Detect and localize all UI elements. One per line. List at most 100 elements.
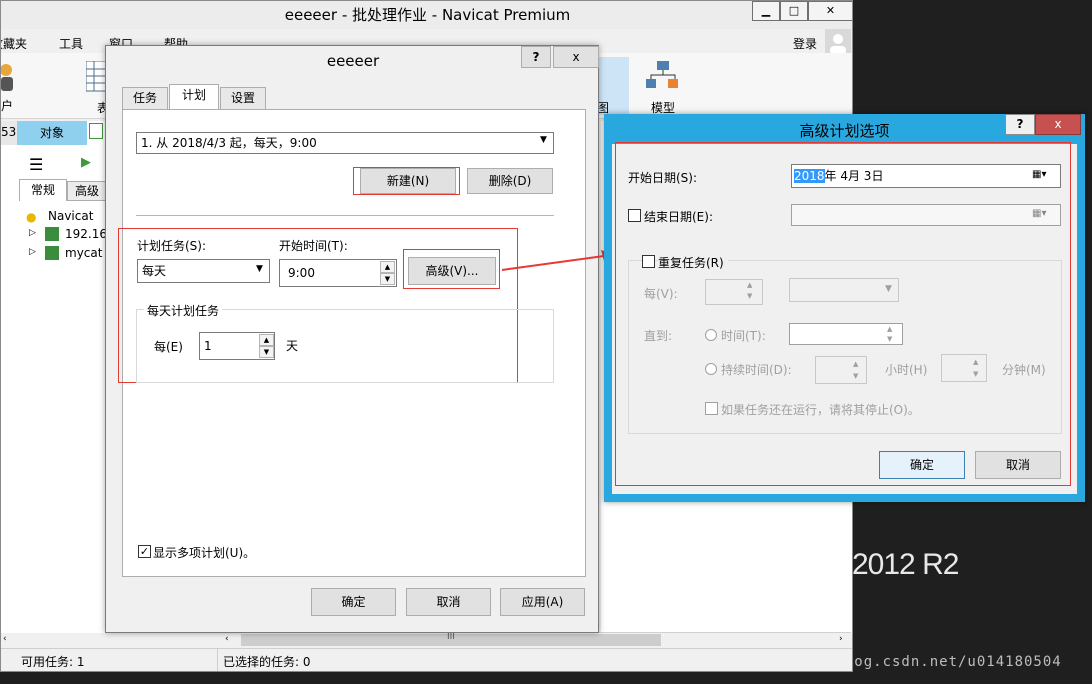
status-available-tasks: 可用任务: 1 [21,655,85,669]
main-title: eeeeer - 批处理作业 - Navicat Premium [1,1,852,29]
menu-favorites[interactable]: 收藏夹 [1,35,27,52]
advanced-dialog: 高级计划选项 ? x 开始日期(S): 2018年 4月 3日 ▦▾ 结束日期(… [604,114,1085,502]
stepper-up-icon[interactable]: ▲ [380,261,395,273]
apply-button[interactable]: 应用(A) [500,588,585,616]
new-schedule-button[interactable]: 新建(N) [360,168,456,194]
side-number: 53 [1,121,17,145]
expand-arrow-icon[interactable]: ▷ [29,247,36,257]
tab-object[interactable]: 对象 [17,121,87,145]
show-multiple-checkbox[interactable]: ✓ [138,545,151,558]
dialog-close-button[interactable]: x [1035,114,1081,135]
chevron-down-icon[interactable]: ▼ [540,135,547,145]
minimize-button[interactable]: ▁ [752,1,780,21]
show-multiple-label: 显示多项计划(U)。 [153,546,256,560]
start-time-label: 开始时间(T): [279,239,348,253]
expand-arrow-icon[interactable]: ▷ [29,228,36,238]
duration-label: 持续时间(D): [721,363,792,377]
every-label: 每(E) [154,340,183,354]
duration-minutes-input[interactable] [941,354,987,382]
stepper-down-icon[interactable]: ▼ [380,273,395,285]
object-list-icon[interactable] [89,123,103,139]
schedule-task-label: 计划任务(S): [137,239,207,253]
scroll-left-icon[interactable]: ‹ [225,634,229,644]
maximize-button[interactable]: □ [780,1,808,21]
ok-button[interactable]: 确定 [879,451,965,479]
schedule-list-select[interactable]: 1. 从 2018/4/3 起，每天，9:00 [136,132,554,154]
repeat-every-label: 每(V): [644,287,678,301]
start-date-picker[interactable]: 2018年 4月 3日 [791,164,1061,188]
run-icon[interactable]: ▶ [81,155,91,170]
model-icon[interactable] [646,61,680,98]
calendar-icon[interactable]: ▦▾ [1032,208,1046,219]
divider [136,215,554,216]
scroll-left-icon[interactable]: ‹ [3,634,7,644]
user-icon[interactable] [1,61,17,96]
end-date-checkbox[interactable] [628,209,641,222]
end-date-picker[interactable] [791,204,1061,226]
duration-radio[interactable] [705,363,717,375]
help-button[interactable]: ? [1005,114,1035,135]
start-date-rest: 年 4月 3日 [824,169,884,183]
ok-button[interactable]: 确定 [311,588,396,616]
start-date-year: 2018 [794,169,825,183]
stop-if-running-checkbox[interactable] [705,402,718,415]
cancel-button[interactable]: 取消 [406,588,491,616]
status-divider [217,649,218,671]
dialog-close-button[interactable]: x [553,46,599,68]
scroll-grip: III [447,632,455,642]
menu-tools[interactable]: 工具 [59,35,83,52]
chevron-down-icon[interactable]: ▼ [885,284,892,294]
advanced-button[interactable]: 高级(V)... [408,257,496,285]
schedule-task-select[interactable]: 每天 [137,259,270,283]
until-label: 直到: [644,329,673,343]
repeat-task-label: 重复任务(R) [658,254,728,271]
status-selected-tasks: 已选择的任务: 0 [223,655,311,669]
tab-settings[interactable]: 设置 [220,87,266,109]
repeat-unit-select[interactable] [789,278,899,302]
calendar-icon[interactable]: ▦▾ [1032,169,1046,180]
stepper-icon[interactable]: ▲ ▼ [747,280,752,302]
tab-general-left[interactable]: 常规 [19,179,67,201]
tab-schedule[interactable]: 计划 [169,84,219,110]
repeat-every-input[interactable] [705,279,763,305]
tree-item-navicat[interactable]: Navicat [48,209,93,223]
repeat-task-checkbox[interactable] [642,255,655,268]
avatar-icon[interactable] [825,29,851,55]
stepper-icon[interactable]: ▲ ▼ [853,358,858,382]
stop-if-running-label: 如果任务还在运行，请将其停止(O)。 [721,403,920,417]
until-time-radio[interactable] [705,329,717,341]
start-time-stepper[interactable]: ▲ ▼ [380,261,395,285]
status-bar [1,648,852,671]
help-button[interactable]: ? [521,46,551,68]
every-unit-label: 天 [286,339,299,353]
os-version-text: 2012 R2 [852,548,959,581]
minutes-label: 分钟(M) [1002,363,1046,377]
tab-advanced-left[interactable]: 高级 [67,181,107,201]
delete-schedule-button[interactable]: 删除(D) [467,168,553,194]
schedule-dialog: eeeeer ? x 任务 计划 设置 1. 从 2018/4/3 起，每天，9… [105,45,599,633]
start-date-label: 开始日期(S): [628,171,698,185]
close-button[interactable]: ✕ [808,1,852,21]
connection-icon [45,227,59,241]
tab-strip: 任务 计划 设置 [122,84,592,110]
stepper-up-icon[interactable]: ▲ [259,334,274,346]
scroll-right-icon[interactable]: › [839,634,843,644]
duration-hours-input[interactable] [815,356,867,384]
end-date-label: 结束日期(E): [644,210,713,224]
every-stepper[interactable]: ▲ ▼ [259,334,274,358]
stepper-icon[interactable]: ▲ ▼ [887,324,892,344]
login-link[interactable]: 登录 [793,35,817,52]
cancel-button[interactable]: 取消 [975,451,1061,479]
until-time-input[interactable] [789,323,903,345]
daily-group-title: 每天计划任务 [144,302,223,319]
connection-icon [45,246,59,260]
tab-task[interactable]: 任务 [122,87,168,109]
stepper-icon[interactable]: ▲ ▼ [973,356,978,380]
hamburger-icon[interactable]: ☰ [29,155,43,174]
ribbon-user-label: 户 [1,99,14,113]
stepper-down-icon[interactable]: ▼ [259,346,274,358]
tree-item-mycat[interactable]: mycat [65,246,102,260]
navicat-folder-icon: ● [26,210,37,224]
hours-label: 小时(H) [885,363,928,377]
chevron-down-icon[interactable]: ▼ [256,264,263,274]
